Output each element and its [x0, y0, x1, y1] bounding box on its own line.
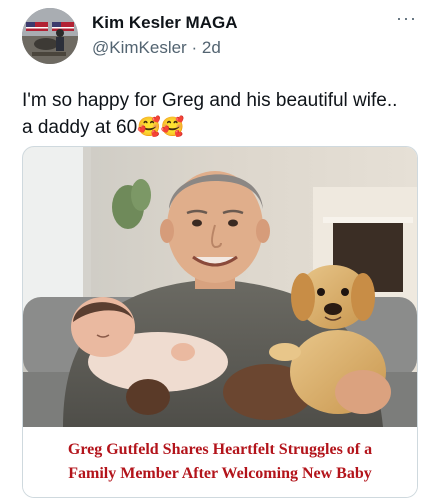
avatar[interactable]: [22, 8, 78, 64]
author-handle-row: @KimKesler · 2d: [92, 38, 221, 58]
photo-illustration: [23, 147, 417, 427]
caption-line-1: Greg Gutfeld Shares Heartfelt Struggles …: [67, 441, 373, 458]
smiling-hearts-emoji: 🥰🥰: [137, 116, 185, 138]
caption-line-2: Family Member After Welcoming New Baby: [68, 465, 372, 482]
more-horizontal-icon[interactable]: ···: [396, 8, 417, 29]
separator-dot: ·: [191, 38, 198, 57]
post-text-line1: I'm so happy for Greg and his beautiful …: [22, 90, 398, 111]
author-display-name[interactable]: Kim Kesler MAGA: [92, 13, 237, 33]
post-text-line2: a daddy at 60🥰🥰: [22, 114, 417, 141]
media-card[interactable]: Greg Gutfeld Shares Heartfelt Struggles …: [22, 146, 418, 498]
author-name-row: Kim Kesler MAGA: [92, 13, 237, 33]
avatar-image: [22, 8, 78, 64]
post-time[interactable]: 2d: [202, 38, 221, 57]
post-photo[interactable]: [23, 147, 417, 427]
author-handle[interactable]: @KimKesler: [92, 38, 187, 57]
post-text-line2-content: a daddy at 60: [22, 117, 138, 138]
post-text: I'm so happy for Greg and his beautiful …: [22, 88, 417, 141]
photo-caption: Greg Gutfeld Shares Heartfelt Struggles …: [23, 427, 417, 497]
